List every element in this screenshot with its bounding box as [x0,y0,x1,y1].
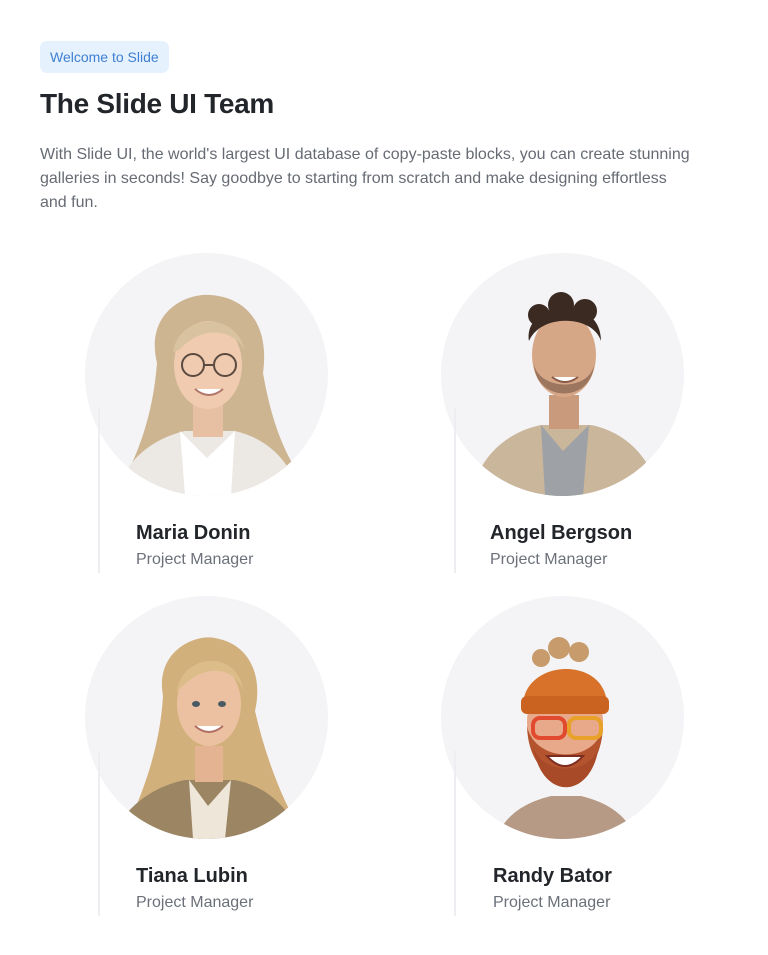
page-title: The Slide UI Team [40,88,274,119]
portrait-photo [496,637,636,839]
avatar [441,253,684,496]
member-role: Project Manager [490,551,608,568]
avatar [85,253,328,496]
member-name: Randy Bator [493,865,612,887]
card-divider [454,408,456,573]
welcome-badge: Welcome to Slide [40,41,169,73]
avatar [85,596,328,839]
member-name: Tiana Lubin [136,865,248,887]
member-role: Project Manager [493,894,611,911]
card-divider [98,751,100,916]
card-divider [454,751,456,916]
card-divider [98,408,100,573]
portrait-photo [471,292,659,496]
team-member-card: Angel Bergson Project Manager [396,253,696,583]
portrait-photo [115,294,300,496]
team-member-card: Randy Bator Project Manager [396,596,696,926]
avatar [441,596,684,839]
portrait-photo [113,637,300,839]
member-name: Maria Donin [136,522,251,544]
member-role: Project Manager [136,551,254,568]
team-member-card: Tiana Lubin Project Manager [40,596,340,926]
team-member-card: Maria Donin Project Manager [40,253,340,583]
page-description: With Slide UI, the world's largest UI da… [40,146,690,211]
member-name: Angel Bergson [490,522,633,544]
member-role: Project Manager [136,894,254,911]
